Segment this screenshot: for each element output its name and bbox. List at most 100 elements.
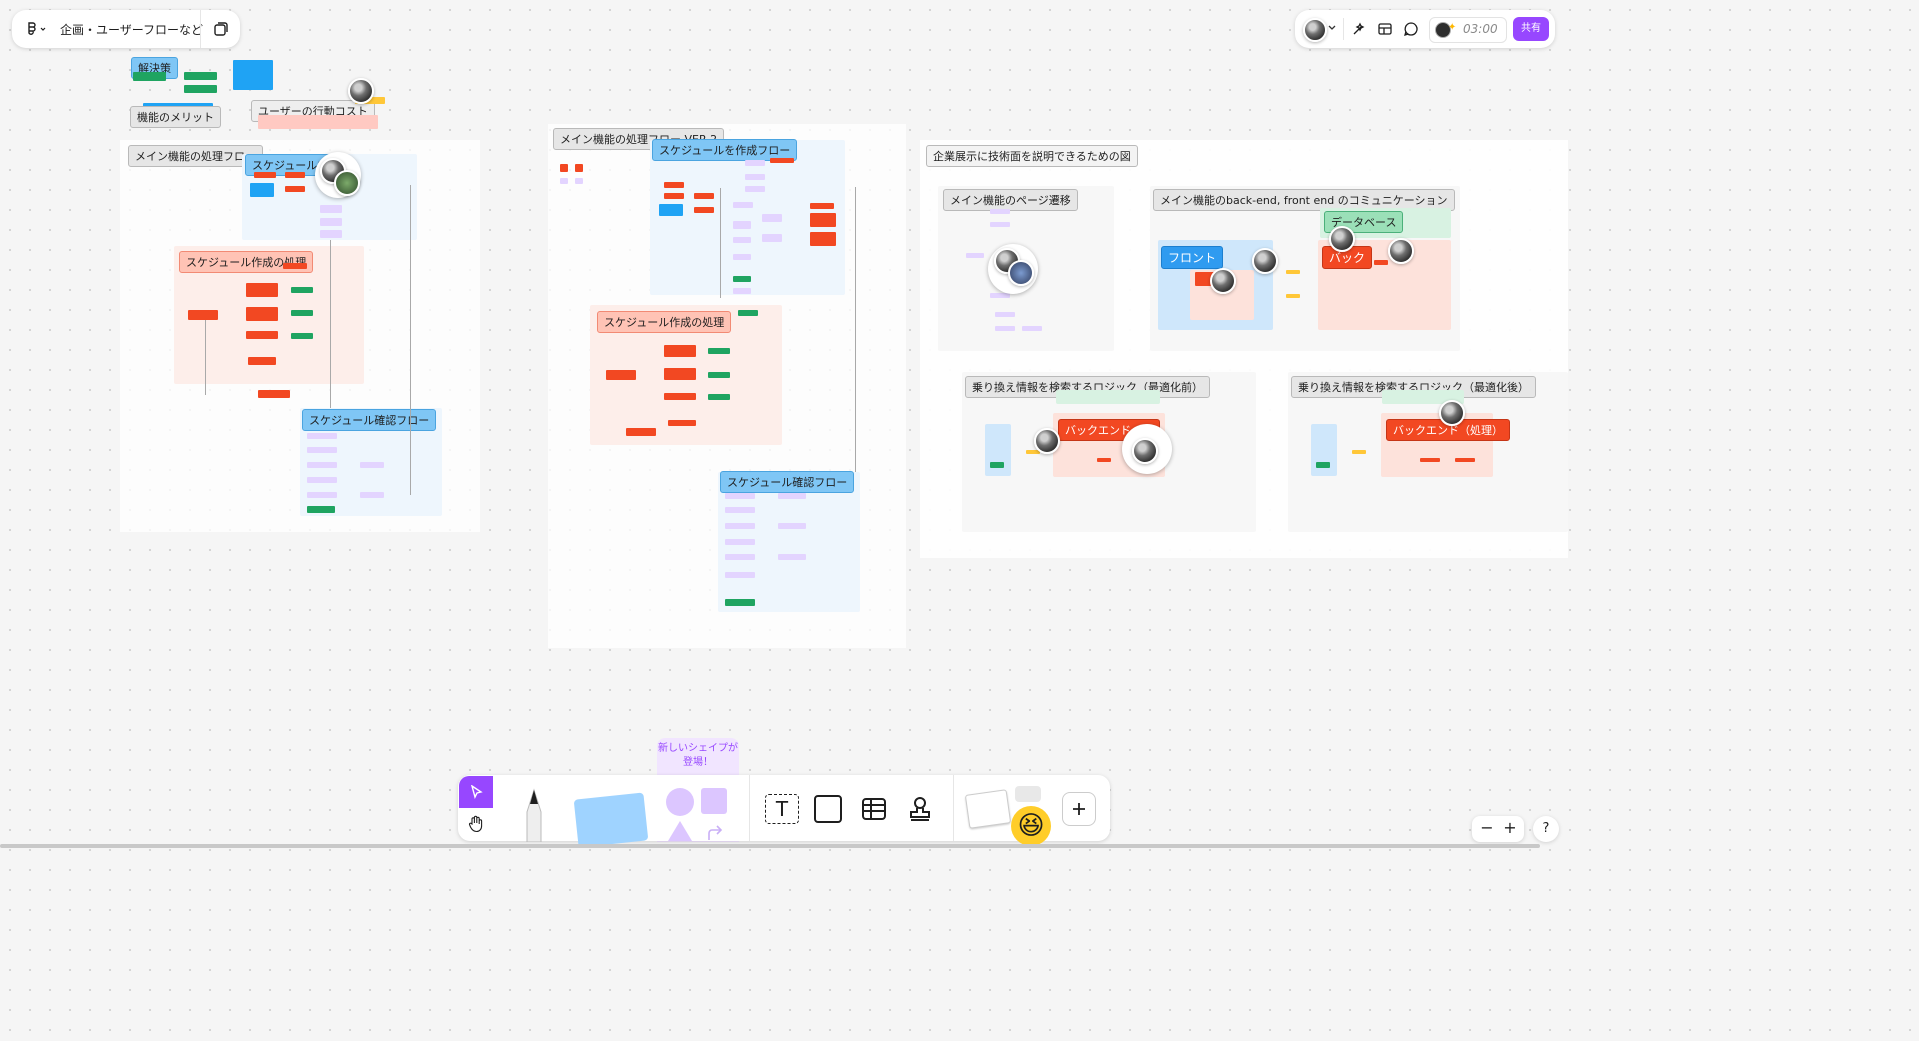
timer-widget[interactable]: ✦ 03:00 — [1429, 17, 1507, 43]
node[interactable] — [360, 462, 384, 468]
node[interactable] — [990, 209, 1010, 214]
node[interactable] — [1022, 326, 1042, 331]
collaborator-avatar[interactable] — [334, 170, 360, 196]
node[interactable] — [258, 390, 290, 398]
node[interactable] — [283, 263, 307, 269]
ai-sparkle-icon[interactable] — [1351, 21, 1367, 37]
node[interactable] — [320, 230, 342, 238]
zoom-out-button[interactable]: − — [1479, 818, 1495, 837]
node[interactable] — [291, 333, 313, 339]
collaborator-avatar[interactable] — [1439, 400, 1465, 426]
shape-tool[interactable] — [662, 785, 732, 841]
node[interactable] — [778, 554, 806, 560]
node[interactable] — [307, 447, 337, 453]
section-tool[interactable] — [810, 792, 846, 826]
node[interactable] — [1455, 458, 1475, 462]
sticky-green[interactable] — [184, 85, 217, 93]
exhibition-title-label[interactable]: 企業展示に技術面を説明できるための図 — [926, 145, 1138, 167]
node[interactable] — [725, 523, 755, 529]
node[interactable] — [762, 234, 782, 242]
db-before-region[interactable] — [1056, 390, 1160, 404]
node[interactable] — [360, 492, 384, 498]
comment-icon[interactable] — [1403, 21, 1419, 37]
node[interactable] — [990, 462, 1004, 468]
collaborator-avatar[interactable] — [1034, 428, 1060, 454]
node[interactable] — [762, 214, 782, 222]
node[interactable] — [745, 160, 765, 166]
node[interactable] — [307, 492, 337, 498]
share-button[interactable]: 共有 — [1513, 17, 1549, 41]
node[interactable] — [733, 254, 751, 260]
node[interactable] — [248, 357, 276, 365]
node[interactable] — [990, 293, 1010, 298]
node[interactable] — [1286, 294, 1300, 298]
node[interactable] — [708, 348, 730, 354]
horizontal-scrollbar[interactable] — [0, 844, 1540, 848]
node[interactable] — [664, 368, 696, 380]
stamp-tool[interactable] — [902, 792, 938, 826]
collaborator-avatar[interactable] — [348, 78, 374, 104]
text-tool[interactable]: T — [762, 792, 802, 826]
node[interactable] — [664, 182, 684, 188]
schedule-confirm-flow-label[interactable]: スケジュール確認フロー — [302, 409, 437, 431]
file-title[interactable]: 企画・ユーザーフローなど — [60, 21, 203, 38]
node[interactable] — [733, 276, 751, 282]
node[interactable] — [725, 493, 755, 499]
hand-tool[interactable] — [459, 808, 493, 840]
chevron-down-icon[interactable] — [1328, 25, 1336, 31]
node[interactable] — [745, 174, 765, 180]
node[interactable] — [1316, 462, 1330, 468]
node[interactable] — [1420, 458, 1440, 462]
node[interactable] — [810, 232, 836, 246]
sticky-note-tool[interactable] — [568, 788, 652, 848]
node[interactable] — [307, 433, 337, 439]
node[interactable] — [307, 462, 337, 468]
node[interactable] — [1097, 458, 1111, 462]
current-user-avatar[interactable] — [1303, 18, 1327, 42]
collaborator-avatar[interactable] — [1008, 260, 1034, 286]
node[interactable] — [664, 193, 684, 199]
widgets-stickers-tool[interactable]: 😆 — [963, 782, 1053, 846]
zoom-in-button[interactable]: + — [1502, 818, 1518, 837]
node[interactable] — [560, 178, 568, 184]
node[interactable] — [606, 370, 636, 380]
node[interactable] — [307, 477, 337, 483]
schedule-confirm-flow-label-v2[interactable]: スケジュール確認フロー — [720, 471, 855, 493]
collaborator-avatar[interactable] — [1329, 226, 1355, 252]
node[interactable] — [708, 372, 730, 378]
node[interactable] — [1352, 450, 1366, 454]
node[interactable] — [291, 310, 313, 316]
node[interactable] — [725, 599, 755, 606]
sticky-green[interactable] — [184, 72, 217, 80]
node[interactable] — [966, 253, 984, 258]
node[interactable] — [575, 178, 583, 184]
page-transition-label[interactable]: メイン機能のページ遷移 — [943, 189, 1078, 211]
node[interactable] — [560, 164, 568, 172]
front-after-region[interactable] — [1311, 424, 1337, 476]
node[interactable] — [995, 312, 1015, 317]
node[interactable] — [778, 493, 806, 499]
node[interactable] — [575, 164, 583, 172]
node[interactable] — [708, 394, 730, 400]
node[interactable] — [254, 172, 276, 178]
node[interactable] — [246, 307, 278, 321]
node[interactable] — [307, 506, 335, 513]
collaborator-avatar[interactable] — [1132, 438, 1158, 464]
node[interactable] — [995, 326, 1015, 331]
front-label[interactable]: フロント — [1161, 246, 1224, 269]
node[interactable] — [250, 183, 274, 197]
node[interactable] — [725, 572, 755, 578]
node[interactable] — [664, 393, 696, 400]
sticky-green[interactable] — [133, 72, 166, 81]
node[interactable] — [1374, 260, 1388, 265]
node[interactable] — [320, 205, 342, 213]
node[interactable] — [188, 310, 218, 320]
node[interactable] — [810, 203, 834, 209]
sticky-blue[interactable] — [233, 60, 273, 90]
node[interactable] — [668, 420, 696, 426]
node[interactable] — [733, 237, 751, 243]
node[interactable] — [246, 331, 278, 339]
node[interactable] — [664, 345, 696, 357]
merit-label[interactable]: 機能のメリット — [130, 106, 221, 128]
node[interactable] — [733, 288, 751, 294]
